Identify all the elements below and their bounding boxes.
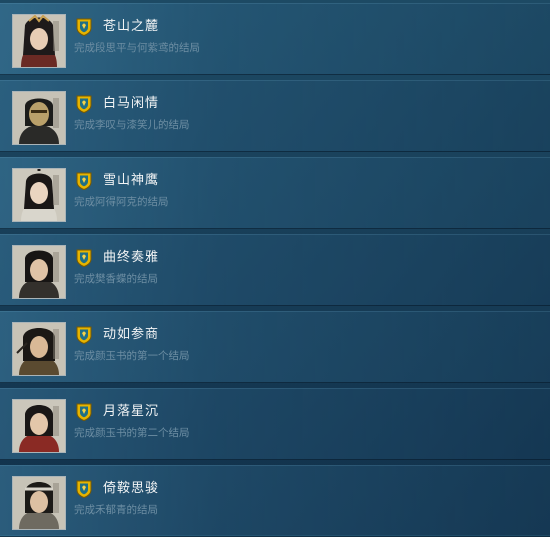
female-character-portrait [12,14,66,68]
achievement-title: 动如参商 [103,327,160,342]
female-character-portrait [12,168,66,222]
achievement-description: 完成樊香蝶的结局 [74,273,158,285]
achievement-description: 完成李叹与漆笑儿的结局 [74,119,190,131]
achievement-description: 完成颜玉书的第二个结局 [74,427,190,439]
achievement-badge-icon [76,172,92,190]
achievement-badge-icon [76,18,92,36]
masked-character-portrait [12,91,66,145]
achievement-title: 曲终奏雅 [103,250,160,265]
achievement-row[interactable]: 白马闲情 完成李叹与漆笑儿的结局 [0,80,550,152]
achievement-row[interactable]: 雪山神鹰 完成阿得阿克的结局 [0,157,550,229]
achievement-badge-icon [76,326,92,344]
achievement-description: 完成颜玉书的第一个结局 [74,350,190,362]
achievement-badge-icon [76,480,92,498]
male-character-portrait [12,476,66,530]
achievement-description: 完成禾郁青的结局 [74,504,158,516]
achievement-description: 完成阿得阿克的结局 [74,196,169,208]
achievement-badge-icon [76,403,92,421]
achievement-title: 白马闲情 [103,96,160,111]
achievement-row[interactable]: 苍山之麓 完成段思平与何紫鸢的结局 [0,3,550,75]
achievement-list: 苍山之麓 完成段思平与何紫鸢的结局 白马闲情 完成李叹与漆笑儿的结局 雪山神鹰 … [0,0,550,537]
achievement-badge-icon [76,249,92,267]
achievement-row[interactable]: 曲终奏雅 完成樊香蝶的结局 [0,234,550,306]
achievement-badge-icon [76,95,92,113]
achievement-row[interactable]: 月落星沉 完成颜玉书的第二个结局 [0,388,550,460]
achievement-description: 完成段思平与何紫鸢的结局 [74,42,200,54]
achievement-row[interactable]: 动如参商 完成颜玉书的第一个结局 [0,311,550,383]
achievement-title: 月落星沉 [103,404,160,419]
achievement-title: 雪山神鹰 [103,173,160,188]
achievement-title: 倚鞍思骏 [103,481,160,496]
male-character-portrait [12,322,66,376]
achievement-row[interactable]: 倚鞍思骏 完成禾郁青的结局 [0,465,550,537]
achievement-title: 苍山之麓 [103,19,160,34]
male-character-portrait [12,399,66,453]
male-character-portrait [12,245,66,299]
